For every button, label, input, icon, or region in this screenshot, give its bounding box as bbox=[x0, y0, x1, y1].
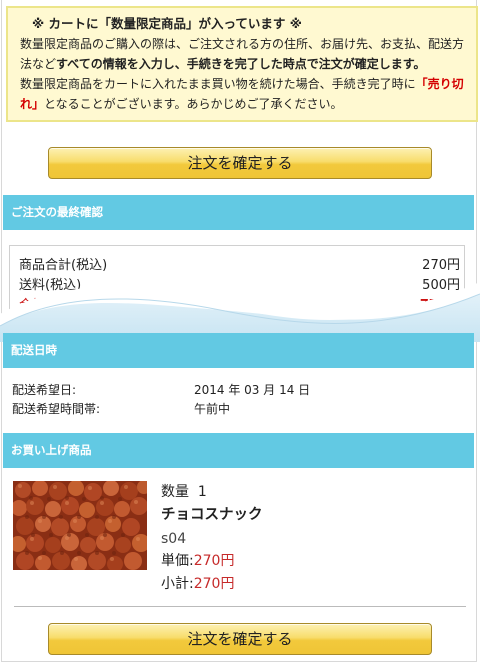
checkout-page: ※ カートに「数量限定商品」が入っています ※ 数量限定商品のご購入の際は、ご注… bbox=[0, 0, 480, 662]
item-subtotal-label: 小計: bbox=[161, 576, 194, 592]
item-divider bbox=[14, 606, 466, 607]
order-totals-box: 商品合計(税込) 270円 送料(税込) 500円 合計 770円 bbox=[9, 245, 465, 326]
delivery-date-value: 2014 年 03 月 14 日 bbox=[194, 383, 311, 397]
item-subtotal-value: 270円 bbox=[193, 576, 235, 592]
delivery-time-value: 午前中 bbox=[194, 402, 231, 416]
total-label: 合計 bbox=[19, 298, 46, 313]
limited-item-notice: ※ カートに「数量限定商品」が入っています ※ 数量限定商品のご購入の際は、ご注… bbox=[6, 6, 478, 122]
confirm-order-button-bottom[interactable]: 注文を確定する bbox=[48, 623, 432, 655]
section-header-purchased-items: お買い上げ商品 bbox=[3, 433, 474, 468]
notice-p1-bold: すべての情報を入力し、手続きを完了した時点で注文が確定します。 bbox=[56, 57, 426, 71]
item-quantity: 数量 1 bbox=[161, 481, 207, 503]
notice-p2-text-b: となることがございます。あらかじめご了承ください。 bbox=[44, 97, 343, 111]
subtotal-value: 270円 bbox=[422, 258, 460, 273]
notice-title: ※ カートに「数量限定商品」が入っています ※ bbox=[32, 16, 302, 31]
notice-paragraph-1: 数量限定商品のご購入の際は、ご注文される方の住所、お届け先、お支払、配送方法など… bbox=[20, 34, 468, 74]
shipping-row: 送料(税込) 500円 bbox=[19, 276, 460, 296]
shipping-label: 送料(税込) bbox=[19, 278, 82, 293]
item-name: チョコスナック bbox=[161, 507, 263, 523]
notice-paragraph-2: 数量限定商品をカートに入れたまま買い物を続けた場合、手続き完了時に「売り切れ」と… bbox=[20, 74, 468, 114]
delivery-time-label: 配送希望時間帯: bbox=[12, 402, 101, 416]
quantity-label: 数量 bbox=[161, 484, 189, 500]
subtotal-row: 商品合計(税込) 270円 bbox=[19, 256, 460, 276]
unit-price-label: 単価: bbox=[161, 553, 194, 569]
delivery-date-label: 配送希望日: bbox=[12, 383, 77, 397]
total-value: 770円 bbox=[419, 298, 460, 313]
section-header-final-confirmation: ご注文の最終確認 bbox=[3, 195, 474, 230]
subtotal-label: 商品合計(税込) bbox=[19, 258, 108, 273]
notice-p1-text-a: 数量限定商品のご購入の際は、ご注文される方の住所、お届け先、お支払、 bbox=[20, 37, 429, 51]
product-image bbox=[13, 481, 147, 570]
quantity-value: 1 bbox=[197, 484, 207, 500]
unit-price-value: 270円 bbox=[193, 553, 235, 569]
item-unit-price: 単価:270円 bbox=[161, 550, 234, 572]
confirm-order-button-top[interactable]: 注文を確定する bbox=[48, 147, 432, 179]
item-subtotal: 小計:270円 bbox=[161, 573, 234, 595]
shipping-value: 500円 bbox=[422, 278, 460, 293]
total-row: 合計 770円 bbox=[19, 296, 460, 316]
item-sku: s04 bbox=[161, 531, 187, 547]
section-header-delivery: 配送日時 bbox=[3, 333, 474, 368]
notice-p2-text-a: 数量限定商品をカートに入れたまま買い物を続けた場合、手続き完了時に bbox=[20, 77, 416, 91]
